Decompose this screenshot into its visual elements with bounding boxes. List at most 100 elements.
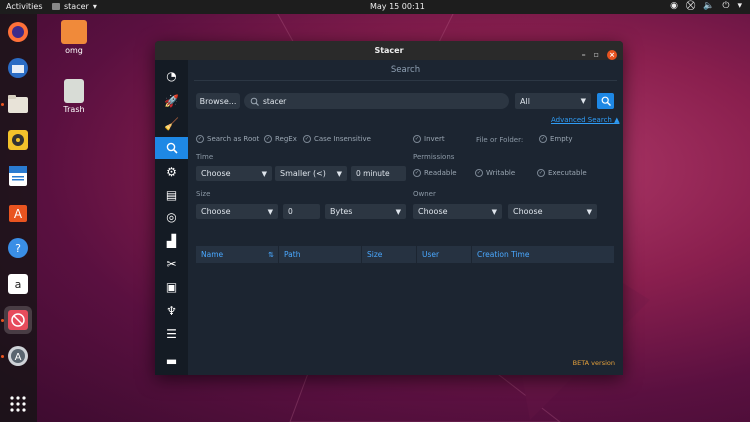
checkbox-label: Readable — [424, 169, 457, 177]
time-value-input[interactable]: 0 minute — [351, 166, 406, 181]
beta-label: BETA version — [572, 359, 615, 367]
network-icon: ⛒ — [685, 1, 696, 11]
time-comparator-value: Smaller (<) — [280, 169, 326, 178]
uninstaller-icon[interactable]: ◎ — [155, 206, 188, 228]
regex-checkbox[interactable]: ✓ RegEx — [264, 135, 297, 143]
activities-button[interactable]: Activities — [6, 2, 43, 11]
show-applications-icon[interactable] — [4, 390, 32, 418]
type-filter-select[interactable]: All ▼ — [515, 93, 591, 109]
readable-checkbox[interactable]: ✓ Readable — [413, 169, 457, 177]
permissions-label: Permissions — [413, 153, 455, 161]
libreoffice-writer-icon[interactable] — [4, 162, 32, 190]
svg-text:a: a — [15, 278, 22, 291]
size-value-input[interactable]: 0 — [283, 204, 320, 219]
dock: A ? a A — [0, 14, 37, 422]
apt-repository-icon[interactable]: ▣ — [155, 276, 188, 298]
checkbox-label: Search as Root — [207, 135, 260, 143]
sync-icon: ◉ — [670, 1, 678, 11]
owner-type-select[interactable]: Choose ▼ — [413, 204, 502, 219]
check-icon: ✓ — [539, 135, 547, 143]
search-icon[interactable] — [155, 137, 188, 159]
thunderbird-icon[interactable] — [4, 54, 32, 82]
rhythmbox-icon[interactable] — [4, 126, 32, 154]
time-type-value: Choose — [201, 169, 231, 178]
size-unit-select[interactable]: Bytes ▼ — [325, 204, 406, 219]
desktop-folder-omg[interactable]: omg — [54, 20, 94, 55]
search-button[interactable] — [597, 93, 614, 109]
time-comparator-select[interactable]: Smaller (<) ▼ — [275, 166, 347, 181]
stacer-icon[interactable] — [4, 306, 32, 334]
close-icon[interactable]: × — [607, 49, 617, 60]
feedback-icon[interactable]: ▬ — [155, 350, 188, 372]
check-icon: ✓ — [413, 135, 421, 143]
column-header-name[interactable]: Name ⇅ — [196, 246, 279, 263]
owner-value-select[interactable]: Choose ▼ — [508, 204, 597, 219]
type-filter-value: All — [520, 96, 530, 106]
svg-text:A: A — [14, 207, 23, 221]
advanced-search-link[interactable]: Advanced Search ▲ — [551, 116, 619, 124]
system-tray[interactable]: ◉ ⛒ 🔈 ⏻ ▾ — [670, 1, 742, 11]
column-header-creation-time[interactable]: Creation Time — [472, 246, 614, 263]
amazon-icon[interactable]: a — [4, 270, 32, 298]
browse-button[interactable]: Browse... — [196, 93, 240, 109]
column-header-path[interactable]: Path — [279, 246, 362, 263]
search-input[interactable]: stacer — [244, 93, 509, 109]
column-header-label: Name — [201, 250, 224, 259]
page-title: Search — [194, 65, 617, 81]
files-icon[interactable] — [4, 90, 32, 118]
dashboard-icon[interactable]: ◔ — [155, 65, 188, 87]
window-titlebar[interactable]: Stacer – ▫ × — [155, 41, 623, 60]
executable-checkbox[interactable]: ✓ Executable — [537, 169, 587, 177]
stacer-window: Stacer – ▫ × ◔ 🚀 🧹 ⚙ ▤ ◎ ▟ ✂ ▣ ♆ ☰ ▬ Sea… — [155, 41, 623, 375]
case-insensitive-checkbox[interactable]: ✓ Case Insensitive — [303, 135, 371, 143]
owner-label: Owner — [413, 190, 436, 198]
empty-checkbox[interactable]: ✓ Empty — [539, 135, 573, 143]
writable-checkbox[interactable]: ✓ Writable — [475, 169, 515, 177]
startup-apps-icon[interactable]: 🚀 — [155, 90, 188, 112]
file-or-folder-label: File or Folder: — [476, 136, 524, 144]
update-manager-icon[interactable]: A — [4, 342, 32, 370]
help-icon[interactable]: ? — [4, 234, 32, 262]
search-icon — [601, 96, 611, 106]
clock[interactable]: May 15 00:11 — [370, 2, 425, 11]
search-as-root-checkbox[interactable]: ✓ Search as Root — [196, 135, 259, 143]
services-icon[interactable]: ⚙ — [155, 161, 188, 183]
trash-icon — [64, 79, 84, 103]
checkbox-label: Executable — [548, 169, 587, 177]
software-center-icon[interactable]: A — [4, 198, 32, 226]
check-icon: ✓ — [303, 135, 311, 143]
invert-checkbox[interactable]: ✓ Invert — [413, 135, 445, 143]
desktop-icon-label: Trash — [63, 105, 85, 114]
chevron-down-icon: ▼ — [491, 207, 497, 216]
app-menu-icon — [52, 3, 60, 10]
chevron-down-icon: ▾ — [92, 2, 97, 11]
chevron-down-icon: ▼ — [336, 169, 342, 178]
helpers-icon[interactable]: ✂ — [155, 253, 188, 275]
size-unit-value: Bytes — [330, 207, 353, 216]
search-icon — [250, 97, 259, 106]
gnome-settings-icon[interactable]: ♆ — [155, 300, 188, 322]
processes-icon[interactable]: ▤ — [155, 184, 188, 206]
chevron-down-icon: ▾ — [737, 1, 742, 11]
chevron-down-icon: ▼ — [586, 207, 592, 216]
desktop-trash[interactable]: Trash — [54, 79, 94, 114]
top-panel: Activities stacer ▾ May 15 00:11 ◉ ⛒ 🔈 ⏻… — [0, 0, 750, 14]
app-menu-label: stacer — [64, 2, 89, 11]
size-label: Size — [196, 190, 211, 198]
time-label: Time — [196, 153, 214, 161]
column-header-user[interactable]: User — [417, 246, 472, 263]
column-header-size[interactable]: Size — [362, 246, 417, 263]
chevron-down-icon: ▼ — [261, 169, 267, 178]
settings-sliders-icon[interactable]: ☰ — [155, 323, 188, 345]
svg-text:A: A — [15, 352, 22, 363]
time-type-select[interactable]: Choose ▼ — [196, 166, 272, 181]
check-icon: ✓ — [264, 135, 272, 143]
owner-value: Choose — [513, 207, 543, 216]
stacer-sidebar: ◔ 🚀 🧹 ⚙ ▤ ◎ ▟ ✂ ▣ ♆ ☰ ▬ — [155, 60, 188, 375]
svg-text:?: ? — [15, 242, 21, 255]
firefox-icon[interactable] — [4, 18, 32, 46]
app-menu[interactable]: stacer ▾ — [52, 2, 97, 11]
size-type-select[interactable]: Choose ▼ — [196, 204, 278, 219]
resources-icon[interactable]: ▟ — [155, 230, 188, 252]
system-cleaner-icon[interactable]: 🧹 — [155, 113, 188, 135]
